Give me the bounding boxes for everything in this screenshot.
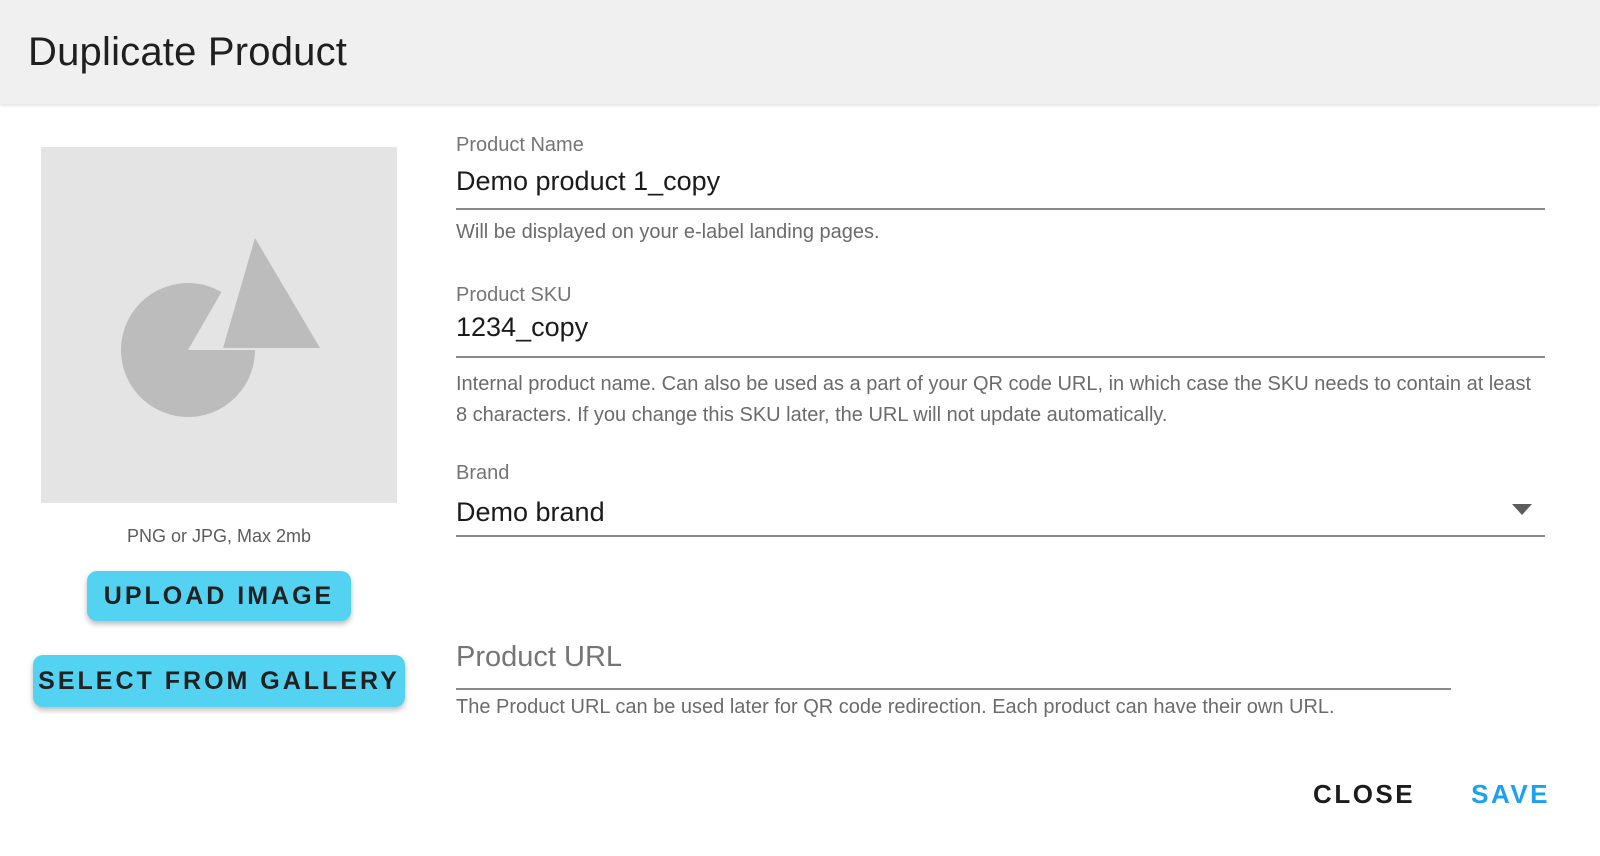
chevron-down-icon[interactable] [1512,504,1532,515]
duplicate-product-dialog: Duplicate Product PNG or JPG, Max 2mb UP… [0,0,1600,856]
brand-label: Brand [456,461,509,485]
image-placeholder-icon [41,147,397,503]
close-button[interactable]: CLOSE [1313,779,1415,810]
select-from-gallery-button[interactable]: SELECT FROM GALLERY [33,655,405,707]
dialog-header: Duplicate Product [0,0,1600,104]
product-url-input[interactable] [456,637,1451,677]
product-url-helper: The Product URL can be used later for QR… [456,692,1545,723]
product-name-underline [456,208,1545,210]
product-sku-input[interactable] [456,309,1545,345]
product-image-placeholder[interactable] [41,147,397,503]
product-sku-helper: Internal product name. Can also be used … [456,369,1545,431]
product-name-input[interactable] [456,163,1545,199]
upload-image-button[interactable]: UPLOAD IMAGE [87,571,351,621]
brand-underline [456,535,1545,537]
product-name-label: Product Name [456,133,584,157]
save-button[interactable]: SAVE [1471,779,1550,810]
image-format-hint: PNG or JPG, Max 2mb [41,526,397,547]
dialog-title: Duplicate Product [28,30,347,75]
product-sku-underline [456,356,1545,358]
brand-select[interactable]: Demo brand [456,495,1496,529]
dialog-actions: CLOSE SAVE [1313,779,1550,810]
product-sku-label: Product SKU [456,283,572,307]
product-name-helper: Will be displayed on your e-label landin… [456,217,1545,248]
product-url-underline [456,688,1451,690]
